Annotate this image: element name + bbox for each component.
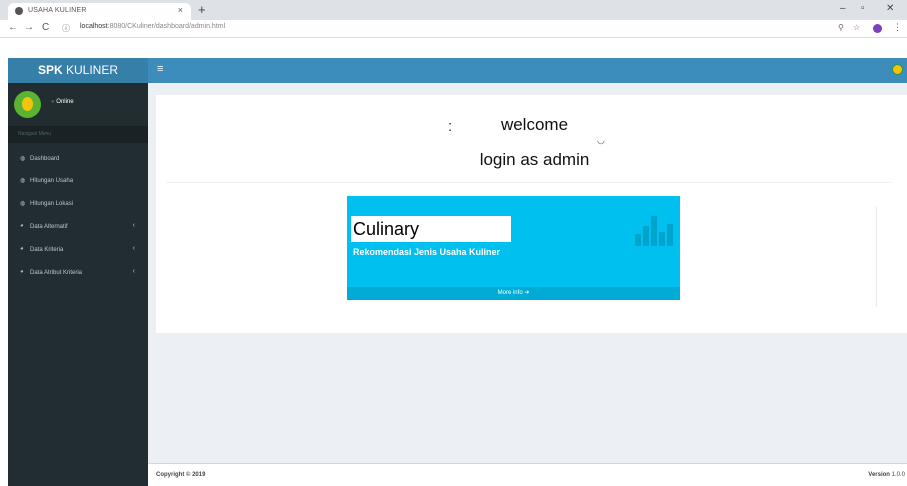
zoom-icon[interactable]: ⚲ <box>838 23 844 32</box>
user-menu-avatar[interactable] <box>892 64 903 75</box>
version-label: Version <box>868 472 890 478</box>
sidebar-item-dashboard[interactable]: ◍ Dashboard <box>8 149 148 169</box>
back-button[interactable]: ← <box>8 22 18 33</box>
copyright-text: Copyright © 2019 <box>156 472 206 478</box>
chevron-left-icon: ‹ <box>132 268 135 275</box>
user-status: ● Online <box>51 99 74 105</box>
more-info-link[interactable]: More info ➜ <box>347 287 680 300</box>
logo-text: KULINER <box>62 63 119 77</box>
divider-vertical <box>876 207 877 307</box>
info-box-subtitle: Rekomendasi Jenis Usaha Kuliner <box>353 247 501 257</box>
nav-header: Navigasi Menu <box>8 126 148 143</box>
divider <box>166 182 891 183</box>
pie-icon: ◕ <box>20 223 24 229</box>
reload-button[interactable]: C <box>42 22 49 33</box>
decorative-mark: ◡ <box>597 135 605 145</box>
browser-tab[interactable]: USAHA KULINER × <box>8 3 191 20</box>
url-path: :8080/CKuliner/dashboard/admin.html <box>107 23 226 30</box>
sidebar-item-data-alternatif[interactable]: ◕ Data Alternatif ‹ <box>8 217 148 237</box>
user-avatar <box>14 91 41 118</box>
dashboard-icon: ◍ <box>20 156 26 162</box>
login-as-text: login as admin <box>479 150 590 169</box>
footer: Copyright © 2019 Version 1.0.0 <box>148 463 907 486</box>
dashboard-icon: ◍ <box>20 201 26 207</box>
globe-icon <box>15 7 23 15</box>
sidebar-item-data-atribut-kriteria[interactable]: ◕ Data Atribut Kriteria ‹ <box>8 263 148 283</box>
pie-icon: ◕ <box>20 246 24 252</box>
dashboard-icon: ◍ <box>20 178 26 184</box>
url-host: localhost <box>80 23 108 30</box>
sidebar-item-label: Data Kriteria <box>30 247 64 253</box>
chevron-left-icon: ‹ <box>132 222 135 229</box>
app-logo[interactable]: SPK KULINER <box>8 58 148 83</box>
sidebar-item-hitungan-lokasi[interactable]: ◍ Hitungan Lokasi <box>8 194 148 214</box>
nav-header-label: Navigasi Menu <box>18 131 52 137</box>
tab-close-icon[interactable]: × <box>178 5 183 15</box>
status-label: Online <box>56 99 74 105</box>
sidebar-item-hitungan-usaha[interactable]: ◍ Hitungan Usaha <box>8 171 148 191</box>
info-icon[interactable]: ⓘ <box>62 23 70 34</box>
sidebar-toggle-icon[interactable]: ≡ <box>157 63 163 75</box>
profile-avatar[interactable] <box>873 24 882 33</box>
address-bar: ← → C ⓘ localhost:8080/CKuliner/dashboar… <box>0 20 907 38</box>
url-field[interactable]: localhost:8080/CKuliner/dashboard/admin.… <box>80 23 225 30</box>
pie-icon: ◕ <box>20 269 24 275</box>
tab-title: USAHA KULINER <box>28 7 87 14</box>
culinary-info-box: Culinary Rekomendasi Jenis Usaha Kuliner… <box>347 196 680 300</box>
logo-bold: SPK <box>37 63 63 77</box>
new-tab-button[interactable]: + <box>198 2 206 17</box>
menu-dots-icon[interactable]: ⋮ <box>893 22 902 33</box>
welcome-text: welcome <box>500 115 569 134</box>
chevron-left-icon: ‹ <box>132 245 135 252</box>
sidebar-item-label: Data Atribut Kriteria <box>30 270 83 276</box>
sidebar-item-label: Dashboard <box>30 156 60 162</box>
forward-button[interactable]: → <box>24 22 34 33</box>
welcome-box: : welcome ◡ login as admin Culinary Reko… <box>156 95 907 333</box>
top-navbar: ≡ <box>148 58 907 83</box>
sidebar-item-label: Hitungan Usaha <box>30 178 74 184</box>
info-box-title: Culinary <box>351 216 511 242</box>
status-dot-icon: ● <box>51 99 55 105</box>
arrow-circle-right-icon: ➜ <box>524 290 530 296</box>
content-wrapper: : welcome ◡ login as admin Culinary Reko… <box>148 83 907 463</box>
window-close-button[interactable]: ✕ <box>886 3 894 14</box>
sidebar: ● Online Navigasi Menu ◍ Dashboard ◍ Hit… <box>8 83 148 486</box>
sidebar-item-label: Hitungan Lokasi <box>30 201 74 207</box>
sidebar-item-label: Data Alternatif <box>30 224 68 230</box>
sidebar-item-data-kriteria[interactable]: ◕ Data Kriteria ‹ <box>8 240 148 260</box>
minimize-button[interactable]: – <box>840 3 846 14</box>
version-text: Version 1.0.0 <box>868 472 905 478</box>
bar-chart-icon <box>635 214 673 246</box>
maximize-button[interactable]: ▫ <box>861 3 865 14</box>
version-value: 1.0.0 <box>891 472 905 478</box>
browser-tabstrip: USAHA KULINER × + – ▫ ✕ <box>0 0 907 20</box>
more-info-label: More info <box>497 290 523 296</box>
star-icon[interactable]: ☆ <box>853 23 860 32</box>
